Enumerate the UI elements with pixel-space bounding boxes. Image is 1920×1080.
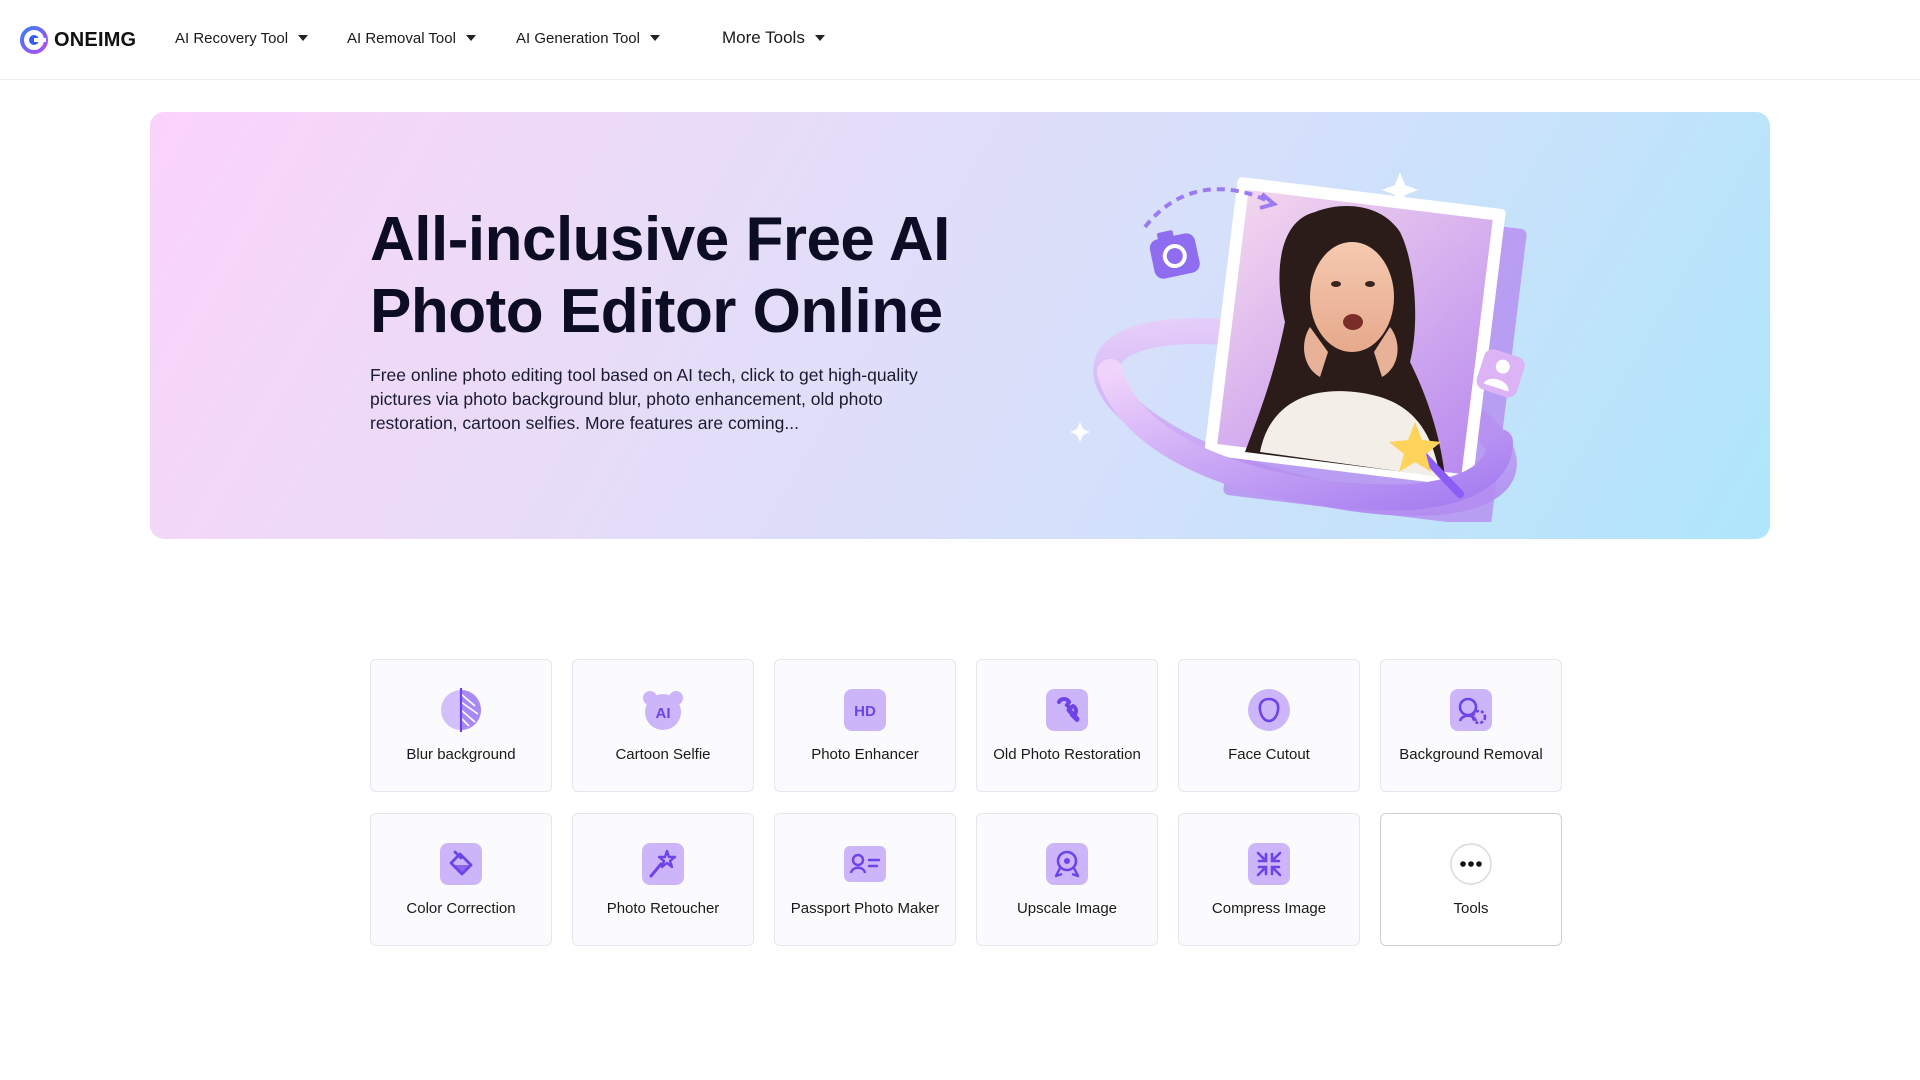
tool-card-blur-background[interactable]: Blur background <box>370 659 552 792</box>
background-removal-icon <box>1449 688 1493 732</box>
tool-label: Upscale Image <box>1016 900 1118 917</box>
tool-label: Face Cutout <box>1228 746 1310 763</box>
hd-icon: HD <box>843 688 887 732</box>
caret-down-icon <box>465 35 476 41</box>
tool-card-old-photo-restoration[interactable]: Old Photo Restoration <box>976 659 1158 792</box>
logo-text: ONEIMG <box>54 28 137 51</box>
nav-label: AI Generation Tool <box>516 29 640 47</box>
oneimg-logo-icon <box>20 26 48 54</box>
magic-wand-icon <box>641 842 685 886</box>
tool-label: Photo Retoucher <box>606 900 720 917</box>
svg-text:AI: AI <box>656 705 671 722</box>
nav-ai-recovery-tool[interactable]: AI Recovery Tool <box>175 26 309 50</box>
tool-label: Passport Photo Maker <box>790 900 940 917</box>
tool-card-upscale-image[interactable]: Upscale Image <box>976 813 1158 946</box>
caret-down-icon <box>649 35 660 41</box>
tools-grid: Blur background AI Cartoon Selfie HD Pho… <box>370 659 1562 946</box>
hero-illustration <box>1070 172 1527 522</box>
nav-more-tools[interactable]: More Tools <box>722 26 825 50</box>
tool-card-background-removal[interactable]: Background Removal <box>1380 659 1562 792</box>
tool-card-photo-retoucher[interactable]: Photo Retoucher <box>572 813 754 946</box>
svg-text:HD: HD <box>854 703 876 720</box>
tool-label: Background Removal <box>1399 746 1543 763</box>
tool-card-cartoon-selfie[interactable]: AI Cartoon Selfie <box>572 659 754 792</box>
tool-label: Color Correction <box>406 900 516 917</box>
tool-card-passport-photo-maker[interactable]: Passport Photo Maker <box>774 813 956 946</box>
tool-card-more-tools[interactable]: Tools <box>1380 813 1562 946</box>
wrench-icon <box>1045 688 1089 732</box>
nav-label: More Tools <box>722 28 805 47</box>
logo[interactable]: ONEIMG <box>20 24 136 56</box>
hero-banner: All-inclusive Free AI Photo Editor Onlin… <box>150 112 1770 539</box>
nav-label: AI Recovery Tool <box>175 29 289 47</box>
top-navbar: ONEIMG AI Recovery Tool AI Removal Tool … <box>0 0 1920 80</box>
blur-icon <box>439 688 483 732</box>
tool-label: Old Photo Restoration <box>993 746 1141 763</box>
tool-label: Blur background <box>406 746 516 763</box>
tool-card-compress-image[interactable]: Compress Image <box>1178 813 1360 946</box>
compress-icon <box>1247 842 1291 886</box>
tool-label: Photo Enhancer <box>811 746 919 763</box>
face-icon <box>1247 688 1291 732</box>
caret-down-icon <box>298 35 309 41</box>
nav-ai-generation-tool[interactable]: AI Generation Tool <box>516 26 660 50</box>
nav-label: AI Removal Tool <box>347 29 456 47</box>
tool-label: Cartoon Selfie <box>615 746 711 763</box>
tool-card-face-cutout[interactable]: Face Cutout <box>1178 659 1360 792</box>
hero-title: All-inclusive Free AI Photo Editor Onlin… <box>370 205 950 346</box>
tool-card-color-correction[interactable]: Color Correction <box>370 813 552 946</box>
upscale-icon <box>1045 842 1089 886</box>
cartoon-ai-icon: AI <box>641 688 685 732</box>
paint-bucket-icon <box>439 842 483 886</box>
more-dots-icon <box>1449 842 1493 886</box>
tool-label: Tools <box>1453 900 1489 917</box>
hero-description: Free online photo editing tool based on … <box>370 365 918 433</box>
nav-ai-removal-tool[interactable]: AI Removal Tool <box>347 26 476 50</box>
caret-down-icon <box>814 35 825 41</box>
id-card-icon <box>843 842 887 886</box>
tool-label: Compress Image <box>1211 900 1327 917</box>
tool-card-photo-enhancer[interactable]: HD Photo Enhancer <box>774 659 956 792</box>
